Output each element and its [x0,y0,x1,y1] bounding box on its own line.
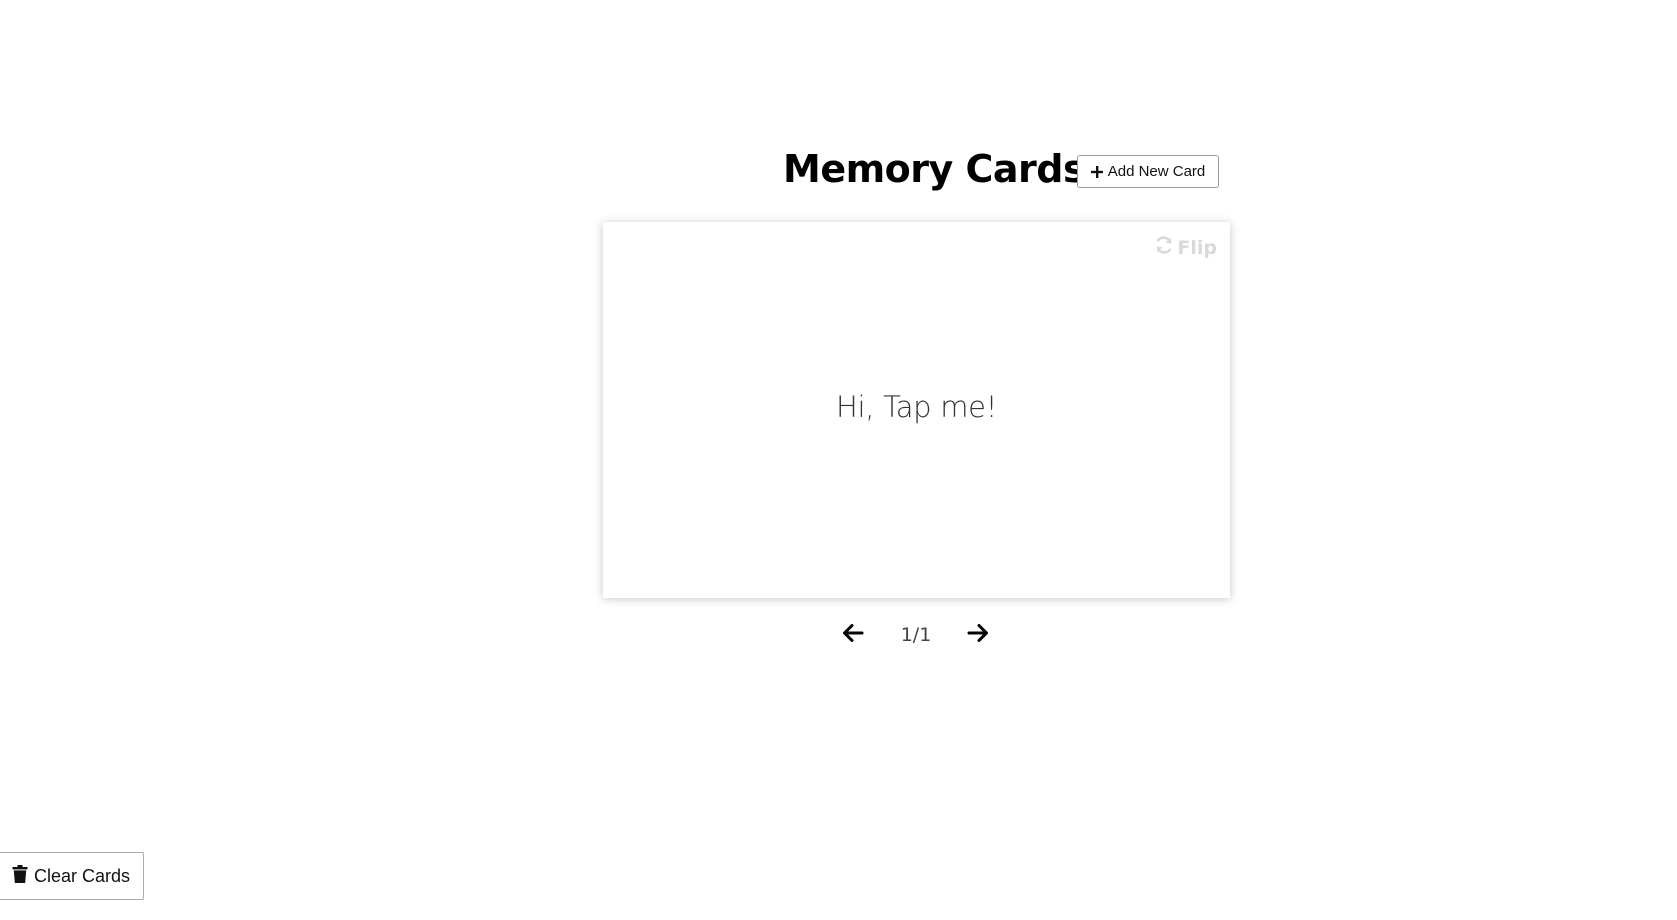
arrow-left-icon[interactable] [842,623,864,648]
card-counter: 1/1 [900,624,932,646]
flip-label: Flip [1177,236,1217,259]
clear-cards-label: Clear Cards [33,865,131,886]
memory-cards-page: Memory Cards Add New Card Flip Hi, Tap m… [0,0,1677,920]
arrow-right-icon[interactable] [967,623,989,648]
memory-card[interactable]: Flip Hi, Tap me! [603,222,1230,598]
flip-button[interactable]: Flip [1154,235,1217,260]
add-new-card-button[interactable]: Add New Card [1077,155,1219,188]
add-new-card-label: Add New Card [1107,163,1206,180]
clear-cards-button[interactable]: Clear Cards [0,852,144,900]
card-text: Hi, Tap me! [835,390,998,424]
card-navigation: 1/1 [0,620,1677,650]
plus-icon [1090,165,1103,178]
trash-icon [12,864,28,888]
page-title: Memory Cards [783,147,1086,191]
sync-icon [1154,235,1174,260]
